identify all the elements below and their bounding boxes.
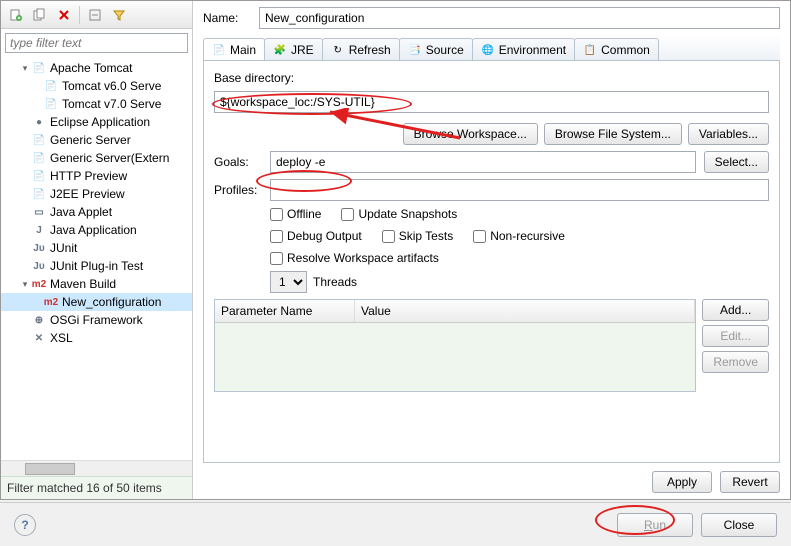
name-input[interactable] bbox=[259, 7, 780, 29]
tab-refresh[interactable]: ↻Refresh bbox=[322, 38, 400, 60]
duplicate-button[interactable] bbox=[29, 4, 51, 26]
tree-item-maven-build[interactable]: ▾m2Maven Build bbox=[1, 275, 192, 293]
edit-param-button[interactable]: Edit... bbox=[702, 325, 769, 347]
collapse-all-button[interactable] bbox=[84, 4, 106, 26]
tab-environment[interactable]: 🌐Environment bbox=[472, 38, 575, 60]
filter-button[interactable] bbox=[108, 4, 130, 26]
update-label: Update Snapshots bbox=[358, 207, 457, 221]
resolve-workspace-checkbox[interactable] bbox=[270, 252, 283, 265]
tree-item-xsl[interactable]: ✕XSL bbox=[1, 329, 192, 347]
delete-button[interactable] bbox=[53, 4, 75, 26]
skip-tests-checkbox[interactable] bbox=[382, 230, 395, 243]
run-button[interactable]: RRunun bbox=[617, 513, 693, 537]
left-panel: ▾📄Apache Tomcat📄Tomcat v6.0 Serve📄Tomcat… bbox=[1, 1, 193, 499]
main-tab-body: Base directory: Browse Workspace... Brow… bbox=[203, 61, 780, 463]
tab-source[interactable]: 📑Source bbox=[399, 38, 473, 60]
threads-select[interactable]: 1 bbox=[270, 271, 307, 293]
debug-label: Debug Output bbox=[287, 229, 362, 243]
tab-main[interactable]: 📄Main bbox=[203, 38, 265, 60]
browse-workspace-button[interactable]: Browse Workspace... bbox=[403, 123, 538, 145]
param-name-header: Parameter Name bbox=[215, 300, 355, 322]
variables-button[interactable]: Variables... bbox=[688, 123, 769, 145]
tree-item-java-applet[interactable]: ▭Java Applet bbox=[1, 203, 192, 221]
tree-item-junit[interactable]: JᴜJUnit bbox=[1, 239, 192, 257]
browse-filesystem-button[interactable]: Browse File System... bbox=[544, 123, 682, 145]
tree-item-osgi-framework[interactable]: ⊕OSGi Framework bbox=[1, 311, 192, 329]
parameters-table[interactable]: Parameter Name Value bbox=[214, 299, 696, 392]
config-tree[interactable]: ▾📄Apache Tomcat📄Tomcat v6.0 Serve📄Tomcat… bbox=[1, 57, 192, 460]
right-panel: Name: 📄Main🧩JRE↻Refresh📑Source🌐Environme… bbox=[193, 1, 790, 499]
add-param-button[interactable]: Add... bbox=[702, 299, 769, 321]
skip-label: Skip Tests bbox=[399, 229, 453, 243]
goals-input[interactable] bbox=[270, 151, 696, 173]
offline-label: Offline bbox=[287, 207, 321, 221]
tree-item-tomcat-v7-0-serve[interactable]: 📄Tomcat v7.0 Serve bbox=[1, 95, 192, 113]
help-icon[interactable]: ? bbox=[14, 514, 36, 536]
goals-label: Goals: bbox=[214, 155, 262, 169]
tree-item-tomcat-v6-0-serve[interactable]: 📄Tomcat v6.0 Serve bbox=[1, 77, 192, 95]
base-dir-label: Base directory: bbox=[214, 71, 769, 85]
nonrec-label: Non-recursive bbox=[490, 229, 565, 243]
tab-bar: 📄Main🧩JRE↻Refresh📑Source🌐Environment📋Com… bbox=[203, 35, 780, 61]
threads-label: Threads bbox=[313, 275, 357, 289]
tree-item-junit-plug-in-test[interactable]: JᴜJUnit Plug-in Test bbox=[1, 257, 192, 275]
tree-item-eclipse-application[interactable]: ●Eclipse Application bbox=[1, 113, 192, 131]
base-dir-input[interactable] bbox=[214, 91, 769, 113]
resolve-label: Resolve Workspace artifacts bbox=[287, 251, 439, 265]
name-label: Name: bbox=[203, 11, 251, 25]
tree-item-apache-tomcat[interactable]: ▾📄Apache Tomcat bbox=[1, 59, 192, 77]
horizontal-scrollbar[interactable] bbox=[1, 460, 192, 476]
param-value-header: Value bbox=[355, 300, 695, 322]
tree-item-generic-server[interactable]: 📄Generic Server bbox=[1, 131, 192, 149]
tree-item-new-configuration[interactable]: m2New_configuration bbox=[1, 293, 192, 311]
offline-checkbox[interactable] bbox=[270, 208, 283, 221]
debug-output-checkbox[interactable] bbox=[270, 230, 283, 243]
tab-common[interactable]: 📋Common bbox=[574, 38, 659, 60]
filter-status: Filter matched 16 of 50 items bbox=[1, 476, 192, 499]
apply-button[interactable]: Apply bbox=[652, 471, 712, 493]
new-config-button[interactable] bbox=[5, 4, 27, 26]
filter-input[interactable] bbox=[5, 33, 188, 53]
select-goals-button[interactable]: Select... bbox=[704, 151, 769, 173]
dialog-footer: ? RRunun Close bbox=[0, 502, 791, 546]
tree-item-http-preview[interactable]: 📄HTTP Preview bbox=[1, 167, 192, 185]
revert-button[interactable]: Revert bbox=[720, 471, 780, 493]
tree-item-generic-server-extern[interactable]: 📄Generic Server(Extern bbox=[1, 149, 192, 167]
left-toolbar bbox=[1, 1, 192, 29]
tree-item-j2ee-preview[interactable]: 📄J2EE Preview bbox=[1, 185, 192, 203]
profiles-input[interactable] bbox=[270, 179, 769, 201]
tab-jre[interactable]: 🧩JRE bbox=[264, 38, 323, 60]
remove-param-button[interactable]: Remove bbox=[702, 351, 769, 373]
tree-item-java-application[interactable]: JJava Application bbox=[1, 221, 192, 239]
non-recursive-checkbox[interactable] bbox=[473, 230, 486, 243]
close-button[interactable]: Close bbox=[701, 513, 777, 537]
profiles-label: Profiles: bbox=[214, 183, 262, 197]
update-snapshots-checkbox[interactable] bbox=[341, 208, 354, 221]
